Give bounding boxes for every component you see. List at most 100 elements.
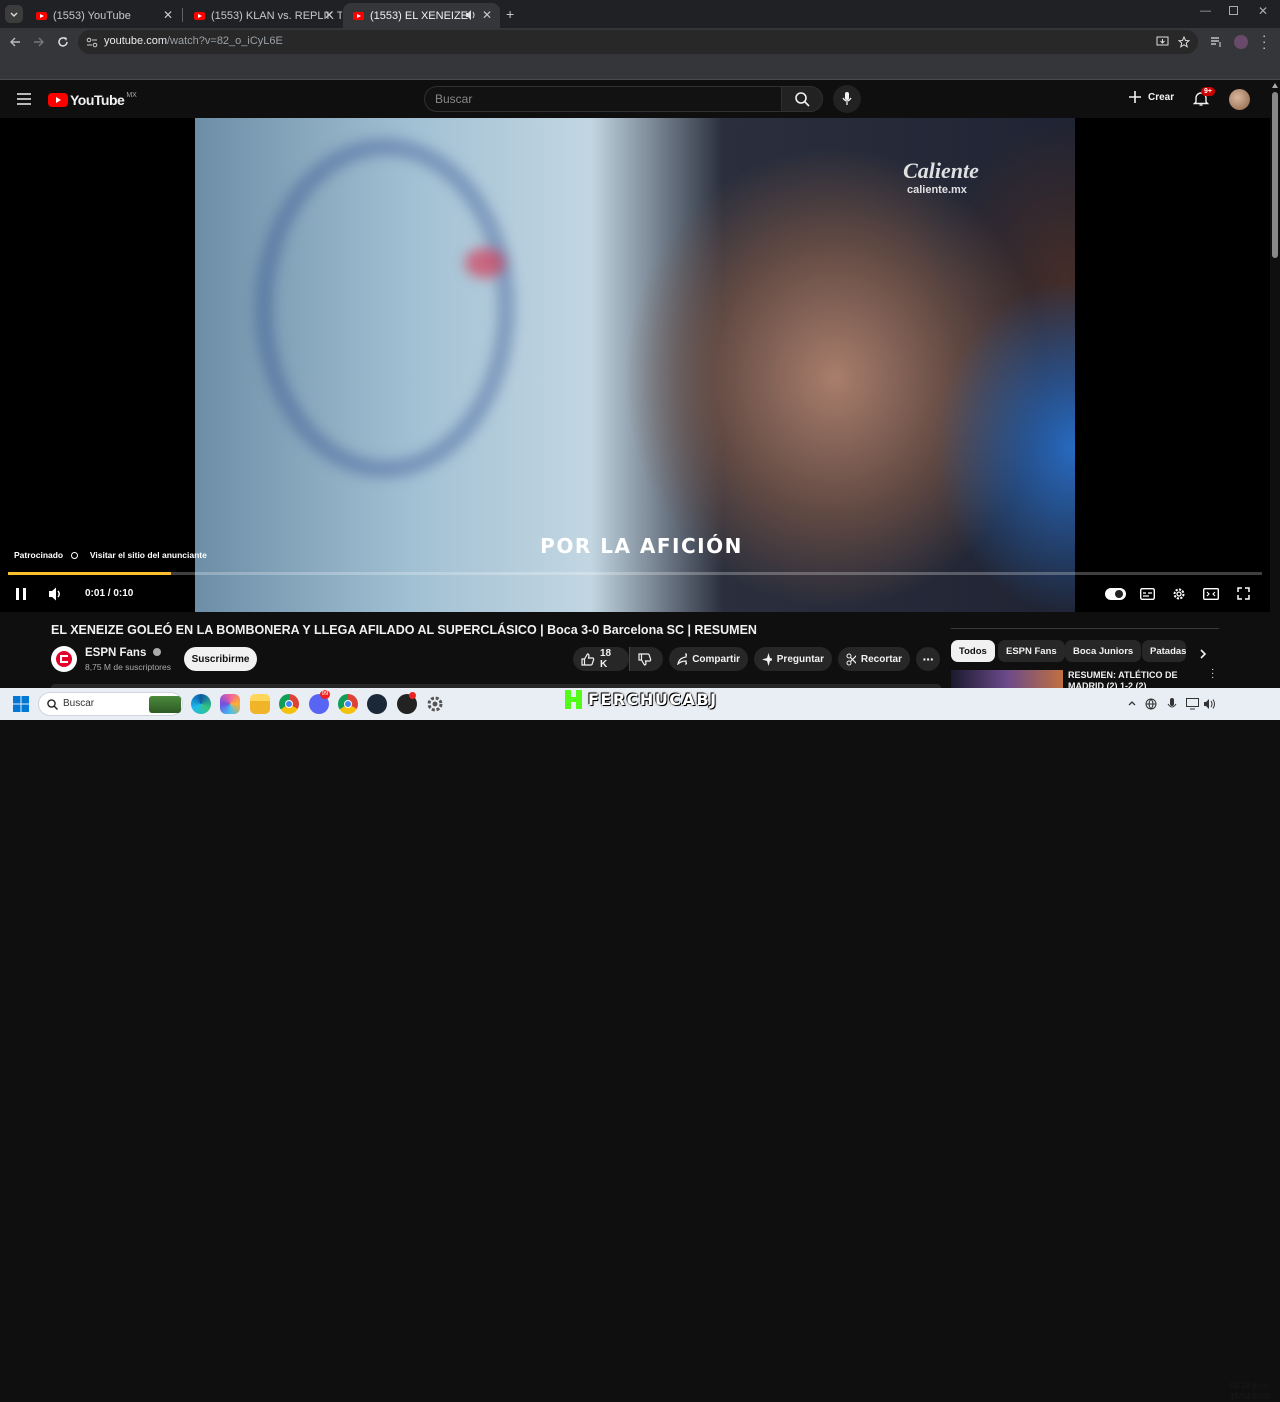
youtube-favicon-icon: [36, 11, 47, 20]
user-avatar[interactable]: [1229, 89, 1250, 110]
tab-close-icon[interactable]: ✕: [482, 8, 492, 22]
youtube-header: YouTube MX Crear 9+: [0, 80, 1270, 118]
clip-button[interactable]: Recortar: [838, 647, 910, 671]
copilot-icon[interactable]: [220, 694, 240, 714]
new-tab-button[interactable]: +: [506, 6, 514, 22]
back-arrow-icon[interactable]: [9, 36, 21, 48]
notification-badge: 9+: [1201, 87, 1215, 96]
discord-icon[interactable]: 99: [309, 690, 330, 714]
file-explorer-icon[interactable]: [250, 694, 270, 714]
steam-icon[interactable]: [367, 694, 387, 714]
browser-tab-3[interactable]: (1553) EL XENEIZE GOLEÓ E ✕: [343, 3, 500, 28]
scroll-up-arrow-icon[interactable]: [1272, 83, 1278, 88]
subscribe-button[interactable]: Suscribirme: [184, 647, 257, 671]
sidebar-divider: [951, 628, 1219, 629]
video-frame[interactable]: Caliente caliente.mx POR LA AFICIÓN: [195, 118, 1075, 612]
install-app-icon[interactable]: [1156, 36, 1169, 48]
espn-logo-icon: [56, 651, 72, 667]
autoplay-toggle[interactable]: [1105, 588, 1126, 600]
minimize-button[interactable]: —: [1200, 5, 1211, 17]
video-player[interactable]: Caliente caliente.mx POR LA AFICIÓN Patr…: [0, 118, 1270, 612]
url-text[interactable]: youtube.com/watch?v=82_o_iCyL6E: [104, 35, 283, 47]
media-controls-icon[interactable]: [1210, 36, 1223, 48]
profile-avatar[interactable]: [1234, 35, 1248, 49]
tab-separator: [182, 8, 183, 22]
forward-arrow-icon[interactable]: [33, 36, 45, 48]
progress-bar[interactable]: [8, 572, 1262, 575]
info-icon[interactable]: [70, 552, 78, 559]
microphone-icon[interactable]: [1167, 698, 1177, 711]
browser-menu-icon[interactable]: · · ·: [1262, 29, 1266, 54]
taskbar-clock[interactable]: 01:19 p. m. 15/04/2026: [1218, 1380, 1270, 1402]
settings-gear-icon[interactable]: [1172, 587, 1186, 601]
network-icon[interactable]: [1145, 698, 1157, 710]
region-code: MX: [126, 91, 137, 99]
scrollbar-thumb[interactable]: [1272, 92, 1278, 258]
channel-name-text: ESPN Fans: [85, 647, 147, 659]
app-icon[interactable]: [397, 692, 417, 714]
streamer-name: FERCHUCABJ: [588, 689, 718, 709]
address-bar[interactable]: youtube.com/watch?v=82_o_iCyL6E: [78, 30, 1198, 54]
bookmark-star-icon[interactable]: [1178, 36, 1190, 48]
create-label: Crear: [1148, 91, 1175, 103]
chevron-up-icon[interactable]: [1128, 700, 1136, 706]
subtitles-icon[interactable]: [1140, 588, 1155, 600]
chip-boca-juniors[interactable]: Boca Juniors: [1065, 640, 1142, 662]
tab-close-icon[interactable]: ✕: [163, 8, 173, 22]
chip-espn-fans[interactable]: ESPN Fans: [998, 640, 1065, 662]
like-button[interactable]: 18 K: [573, 647, 629, 671]
search-input[interactable]: [435, 92, 765, 106]
kick-logo-icon: [565, 689, 582, 709]
recommendation-menu-icon[interactable]: · · ·: [1211, 665, 1214, 683]
visit-advertiser-link[interactable]: Visitar el sitio del anunciante: [90, 550, 207, 560]
taskbar-search[interactable]: Buscar: [38, 692, 183, 716]
chrome-icon[interactable]: [279, 694, 299, 714]
voice-search-button[interactable]: [833, 85, 861, 113]
display-icon[interactable]: [1186, 698, 1199, 710]
chip-patadas[interactable]: Patadas: [1142, 640, 1186, 662]
ask-button[interactable]: Preguntar: [754, 647, 832, 671]
tab-close-icon[interactable]: ✕: [324, 8, 334, 22]
video-title: EL XENEIZE GOLEÓ EN LA BOMBONERA Y LLEGA…: [51, 623, 757, 637]
browser-tab-1[interactable]: (1553) YouTube ✕: [26, 3, 181, 28]
tab-search-button[interactable]: [5, 5, 23, 23]
notifications-button[interactable]: 9+: [1193, 87, 1215, 107]
chip-todos[interactable]: Todos: [951, 640, 995, 662]
reload-icon[interactable]: [57, 36, 69, 48]
hamburger-menu-icon[interactable]: [17, 93, 31, 105]
chevron-right-icon[interactable]: [1198, 648, 1208, 660]
edge-browser-icon[interactable]: [191, 694, 211, 714]
dislike-button[interactable]: [629, 647, 663, 671]
browser-tab-2[interactable]: (1553) KLAN vs. REPLIK TEGO - ✕: [184, 3, 342, 28]
speaker-icon[interactable]: [1203, 698, 1216, 710]
fullscreen-icon[interactable]: [1237, 587, 1250, 600]
youtube-logo[interactable]: YouTube MX: [48, 92, 137, 108]
volume-icon[interactable]: [48, 587, 63, 601]
bookmarks-bar: [0, 56, 1280, 80]
channel-name[interactable]: ESPN Fans: [85, 647, 161, 659]
search-box: [424, 86, 782, 112]
settings-gear-icon[interactable]: [426, 695, 444, 713]
channel-avatar[interactable]: [51, 646, 77, 672]
browser-toolbar: youtube.com/watch?v=82_o_iCyL6E · · ·: [0, 28, 1280, 56]
chrome-profile-icon[interactable]: [338, 694, 358, 714]
sponsored-label: Patrocinado: [14, 550, 64, 560]
create-button[interactable]: Crear: [1129, 91, 1174, 103]
share-button[interactable]: Compartir: [669, 647, 748, 671]
pause-icon[interactable]: [15, 588, 27, 600]
clock-date: 15/04/2026: [1229, 1392, 1270, 1401]
search-button[interactable]: [781, 86, 823, 112]
theater-mode-icon[interactable]: [1203, 588, 1219, 600]
clip-label: Recortar: [860, 653, 902, 665]
speaker-icon[interactable]: [465, 10, 477, 20]
restore-button[interactable]: [1229, 6, 1238, 15]
page-scrollbar[interactable]: [1270, 80, 1280, 688]
tab-title: (1553) YouTube: [53, 9, 131, 22]
ad-info-row: Patrocinado Visitar el sitio del anuncia…: [14, 550, 207, 560]
site-settings-icon[interactable]: [86, 36, 98, 48]
url-domain: youtube.com: [104, 35, 167, 47]
windows-start-icon[interactable]: [13, 696, 29, 712]
more-actions-button[interactable]: ···: [916, 647, 940, 671]
close-window-button[interactable]: ✕: [1258, 4, 1268, 18]
recommendation-thumbnail[interactable]: [951, 670, 1063, 688]
